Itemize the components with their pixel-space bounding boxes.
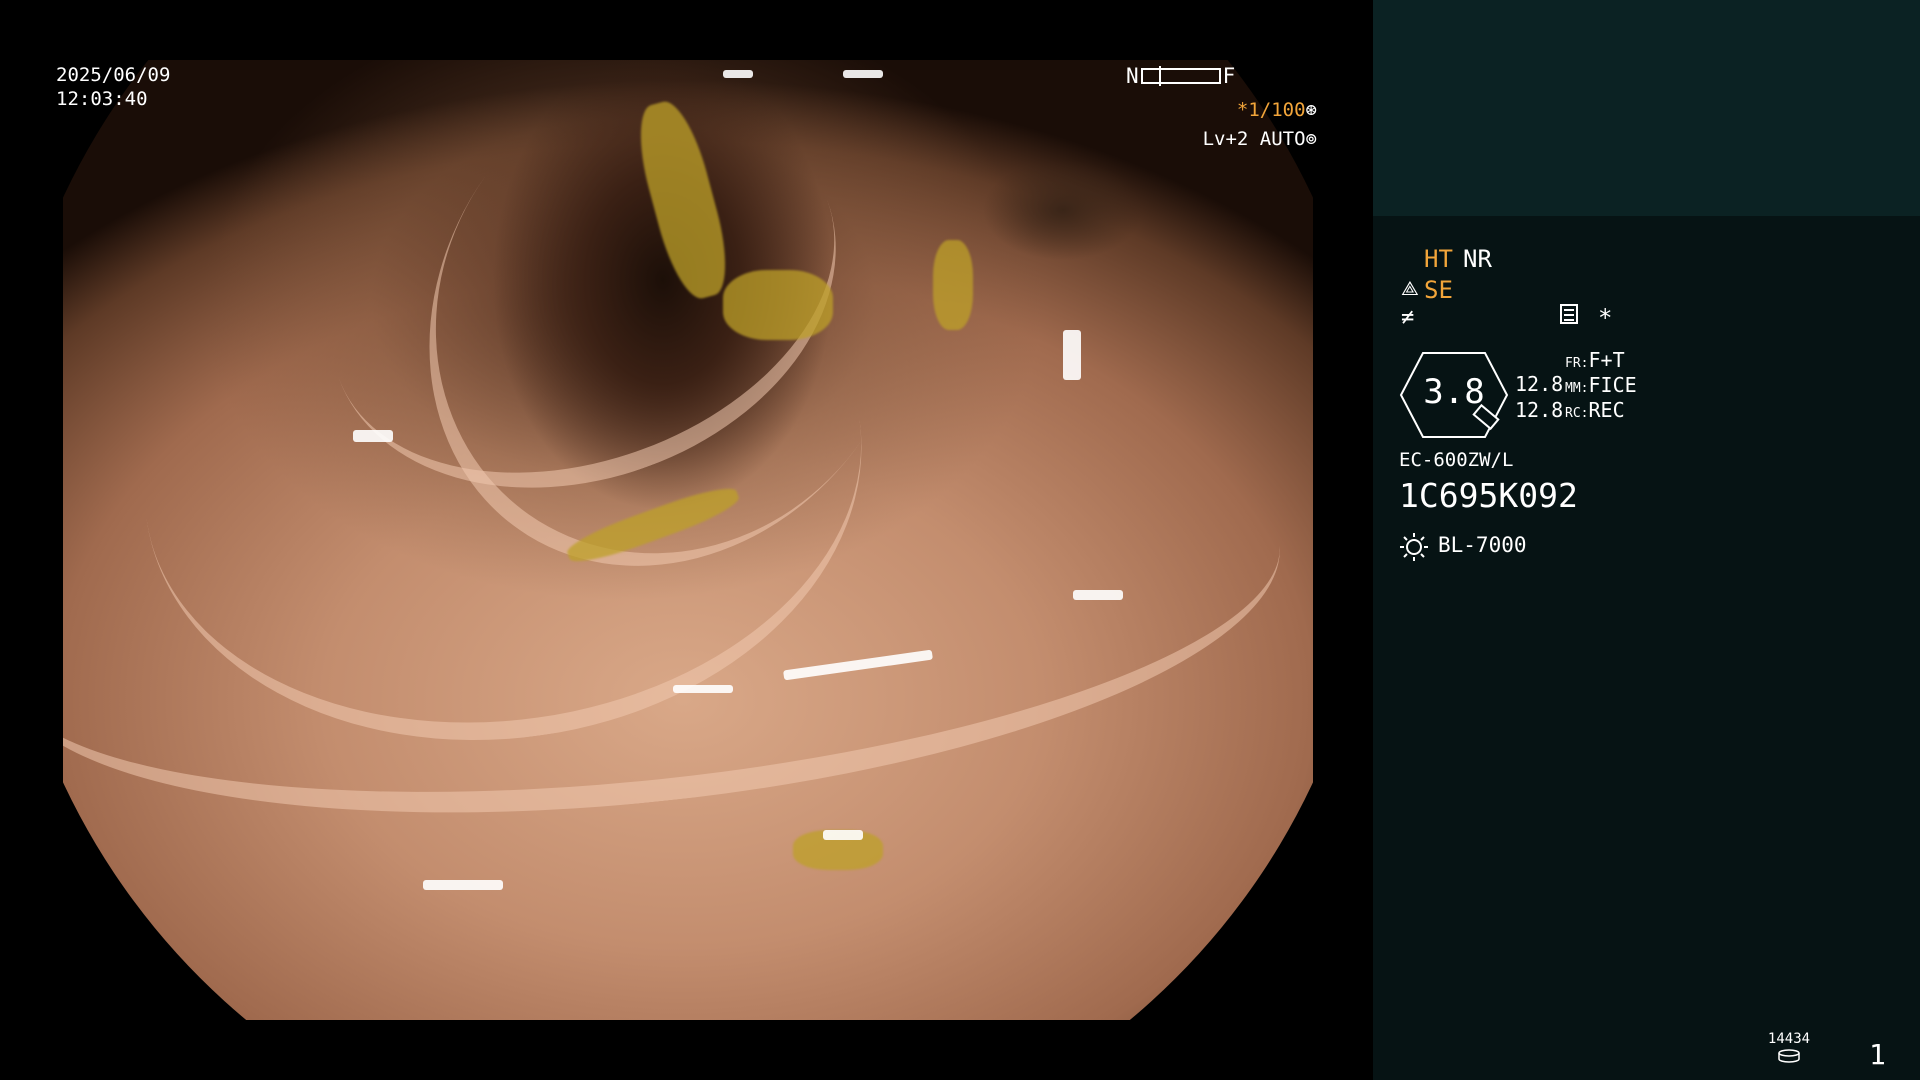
shutter-speed: *1/100⊛ bbox=[1237, 99, 1317, 121]
specular-highlight bbox=[673, 685, 733, 693]
se-label: SE bbox=[1424, 276, 1453, 304]
date-time: 2025/06/09 12:03:40 bbox=[56, 63, 170, 111]
lamp-icon bbox=[1400, 533, 1428, 561]
auto-ring-icon: ⊚ bbox=[1305, 128, 1317, 150]
level-text: Lv+2 AUTO bbox=[1202, 128, 1306, 150]
rc-value: REC bbox=[1588, 398, 1625, 422]
specular-highlight bbox=[1063, 330, 1081, 380]
serial-number: 1C695K092 bbox=[1399, 476, 1578, 515]
ht-label: HT bbox=[1424, 245, 1453, 273]
scope-model: EC-600ZW/L bbox=[1399, 449, 1514, 471]
specular-highlight bbox=[423, 880, 503, 890]
edge-icon: ⟁ bbox=[1401, 276, 1419, 300]
fr-value: F+T bbox=[1588, 348, 1625, 372]
endoscopy-image bbox=[63, 60, 1313, 1020]
brightness-level: Lv+2 AUTO⊚ bbox=[1203, 128, 1317, 150]
specular-highlight bbox=[823, 830, 863, 840]
star-marker: * bbox=[1598, 304, 1613, 332]
disk-icon bbox=[1778, 1049, 1800, 1063]
iris-icon: ⊛ bbox=[1305, 99, 1317, 121]
near-far-indicator: N F bbox=[1126, 64, 1235, 88]
info-panel: HT NR ⟁ SE ≠ * 3.8 12.8 12.8 FR:F+T MM:F… bbox=[1373, 0, 1920, 1080]
shutter-text: *1/100 bbox=[1236, 99, 1306, 121]
fr-label: FR: bbox=[1565, 356, 1589, 371]
specular-highlight bbox=[353, 430, 393, 442]
value-1: 12.8 bbox=[1515, 372, 1564, 396]
specular-highlight bbox=[723, 70, 753, 78]
value-2: 12.8 bbox=[1515, 398, 1564, 422]
rc-label: RC: bbox=[1565, 406, 1589, 421]
endoscope-viewport: 2025/06/09 12:03:40 N F *1/100⊛ Lv+2 AUT… bbox=[0, 0, 1373, 1080]
mm-value: FICE bbox=[1588, 373, 1637, 397]
memory-icon bbox=[1560, 304, 1578, 324]
image-counter: 14434 bbox=[1767, 1031, 1811, 1047]
specular-highlight bbox=[843, 70, 883, 78]
light-source: BL-7000 bbox=[1438, 533, 1527, 557]
residue bbox=[723, 270, 833, 340]
nr-label: NR bbox=[1463, 245, 1492, 273]
residue bbox=[933, 240, 973, 330]
mm-label: MM: bbox=[1565, 381, 1589, 396]
page-number: 1 bbox=[1869, 1038, 1886, 1071]
panel-header-area bbox=[1373, 0, 1920, 216]
enhance-icon: ≠ bbox=[1401, 305, 1415, 330]
specular-highlight bbox=[1073, 590, 1123, 600]
focus-bar bbox=[1140, 66, 1221, 86]
far-label: F bbox=[1222, 64, 1236, 88]
near-label: N bbox=[1126, 64, 1139, 88]
zoom-value: 3.8 bbox=[1423, 372, 1485, 412]
date-text: 2025/06/09 bbox=[56, 64, 171, 86]
time-text: 12:03:40 bbox=[56, 88, 148, 110]
